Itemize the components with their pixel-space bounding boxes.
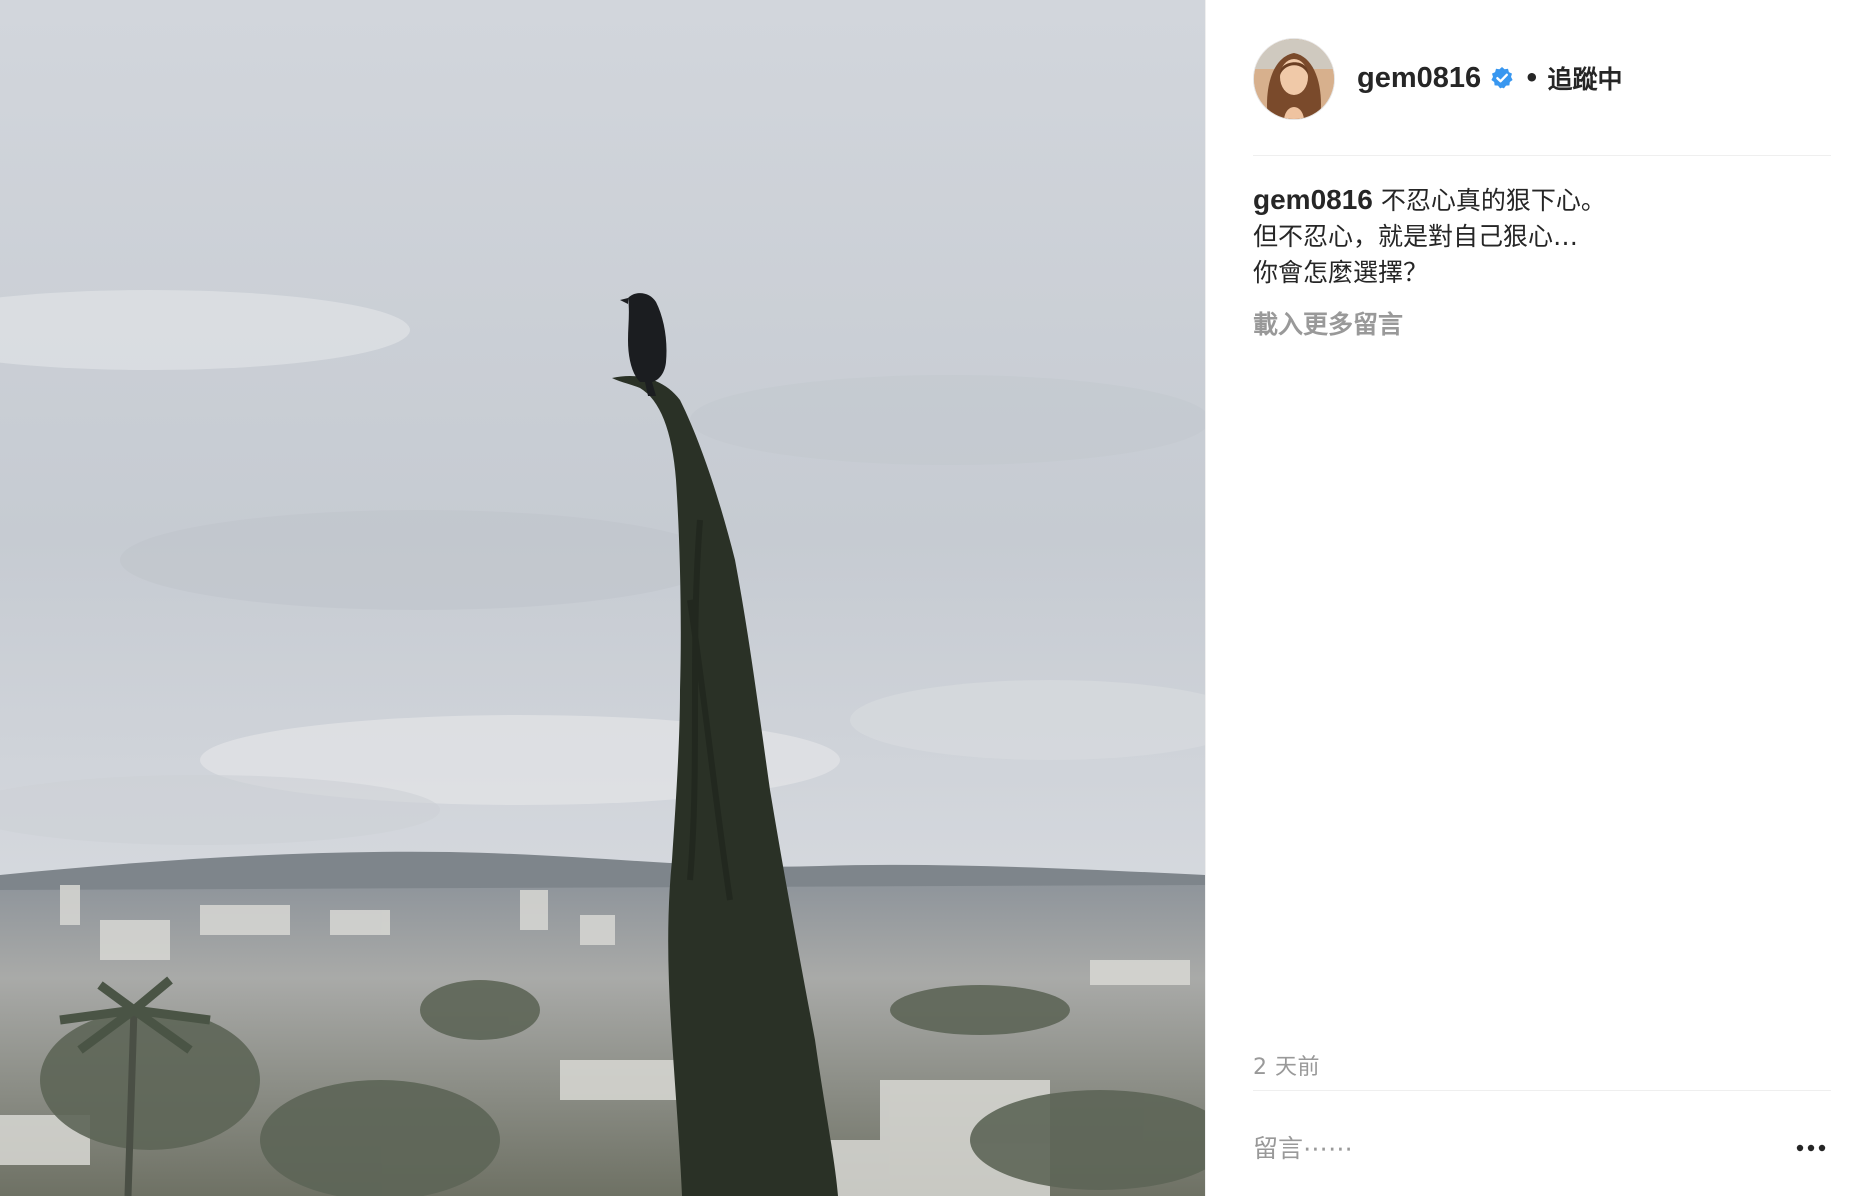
header-separator: • [1524,64,1540,92]
instagram-post-page: gem0816 • 追蹤中 gem0816 不忍心真的狠下心。 但不忍心，就是對… [0,0,1870,1196]
comment-divider [1253,1090,1831,1091]
caption-text-2: 但不忍心，就是對自己狠心… [1253,222,1579,251]
caption-line-1: gem0816 不忍心真的狠下心。 [1253,182,1831,219]
more-options-button[interactable] [1791,1133,1831,1163]
following-button[interactable]: 追蹤中 [1548,60,1623,96]
avatar[interactable] [1253,38,1335,120]
caption-text-1: 不忍心真的狠下心。 [1380,186,1606,215]
caption-username-link[interactable]: gem0816 [1253,184,1373,215]
comment-input[interactable] [1253,1133,1733,1163]
author-info: gem0816 • 追蹤中 [1357,60,1623,96]
avatar-image [1254,39,1334,119]
post-timestamp[interactable]: 2 天前 [1253,1049,1320,1081]
load-more-comments-button[interactable]: 載入更多留言 [1253,305,1403,341]
comment-form [1253,1128,1831,1168]
photo-image [0,0,1205,1196]
verified-badge-icon [1490,66,1514,90]
more-options-icon [1796,1144,1826,1152]
post-side-panel: gem0816 • 追蹤中 gem0816 不忍心真的狠下心。 但不忍心，就是對… [1205,0,1870,1196]
post-photo[interactable] [0,0,1205,1196]
post-caption: gem0816 不忍心真的狠下心。 但不忍心，就是對自己狠心… 你會怎麼選擇？ [1253,182,1831,291]
caption-text-3: 你會怎麼選擇？ [1253,258,1429,287]
author-username-link[interactable]: gem0816 [1357,62,1481,95]
post-header: gem0816 • 追蹤中 [1253,38,1831,156]
